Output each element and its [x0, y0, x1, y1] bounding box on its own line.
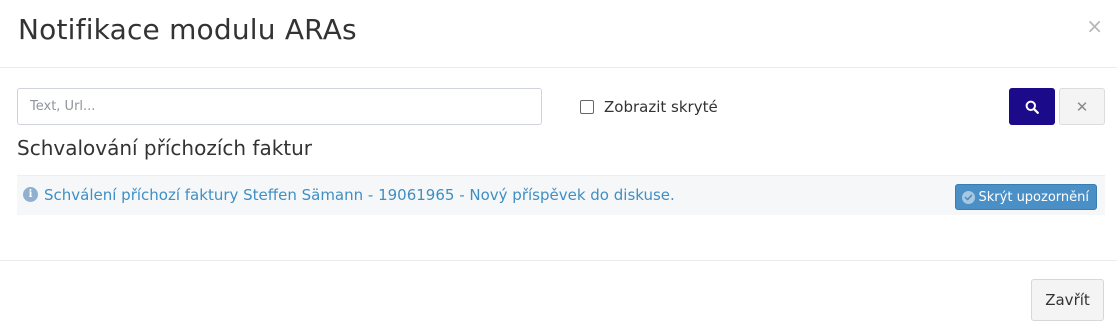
modal-footer: Zavřít — [0, 260, 1117, 330]
notification-row: i Schválení příchozí faktury Steffen Säm… — [17, 175, 1105, 215]
show-hidden-label: Zobrazit skryté — [604, 98, 718, 116]
close-icon[interactable]: × — [1086, 16, 1103, 36]
info-icon: i — [23, 187, 38, 202]
close-button[interactable]: Zavřít — [1031, 279, 1104, 321]
clear-icon: ✕ — [1075, 97, 1089, 116]
show-hidden-toggle[interactable]: Zobrazit skryté — [580, 98, 718, 116]
search-icon — [1025, 100, 1039, 114]
section-title: Schvalování příchozích faktur — [17, 136, 313, 160]
hide-notification-button[interactable]: Skrýt upozornění — [954, 184, 1097, 210]
modal-title: Notifikace modulu ARAs — [18, 13, 357, 46]
search-input[interactable] — [17, 88, 542, 125]
notifications-modal: Notifikace modulu ARAs × Zobrazit skryté… — [0, 0, 1117, 330]
search-button[interactable] — [1009, 88, 1055, 125]
modal-header: Notifikace modulu ARAs × — [0, 0, 1117, 68]
hide-notification-label: Skrýt upozornění — [978, 189, 1089, 205]
show-hidden-checkbox[interactable] — [580, 100, 594, 114]
clear-button[interactable]: ✕ — [1059, 88, 1105, 125]
notification-link[interactable]: Schválení příchozí faktury Steffen Säman… — [44, 186, 675, 204]
filter-toolbar: Zobrazit skryté ✕ — [0, 88, 1117, 126]
check-circle-icon — [961, 190, 975, 204]
